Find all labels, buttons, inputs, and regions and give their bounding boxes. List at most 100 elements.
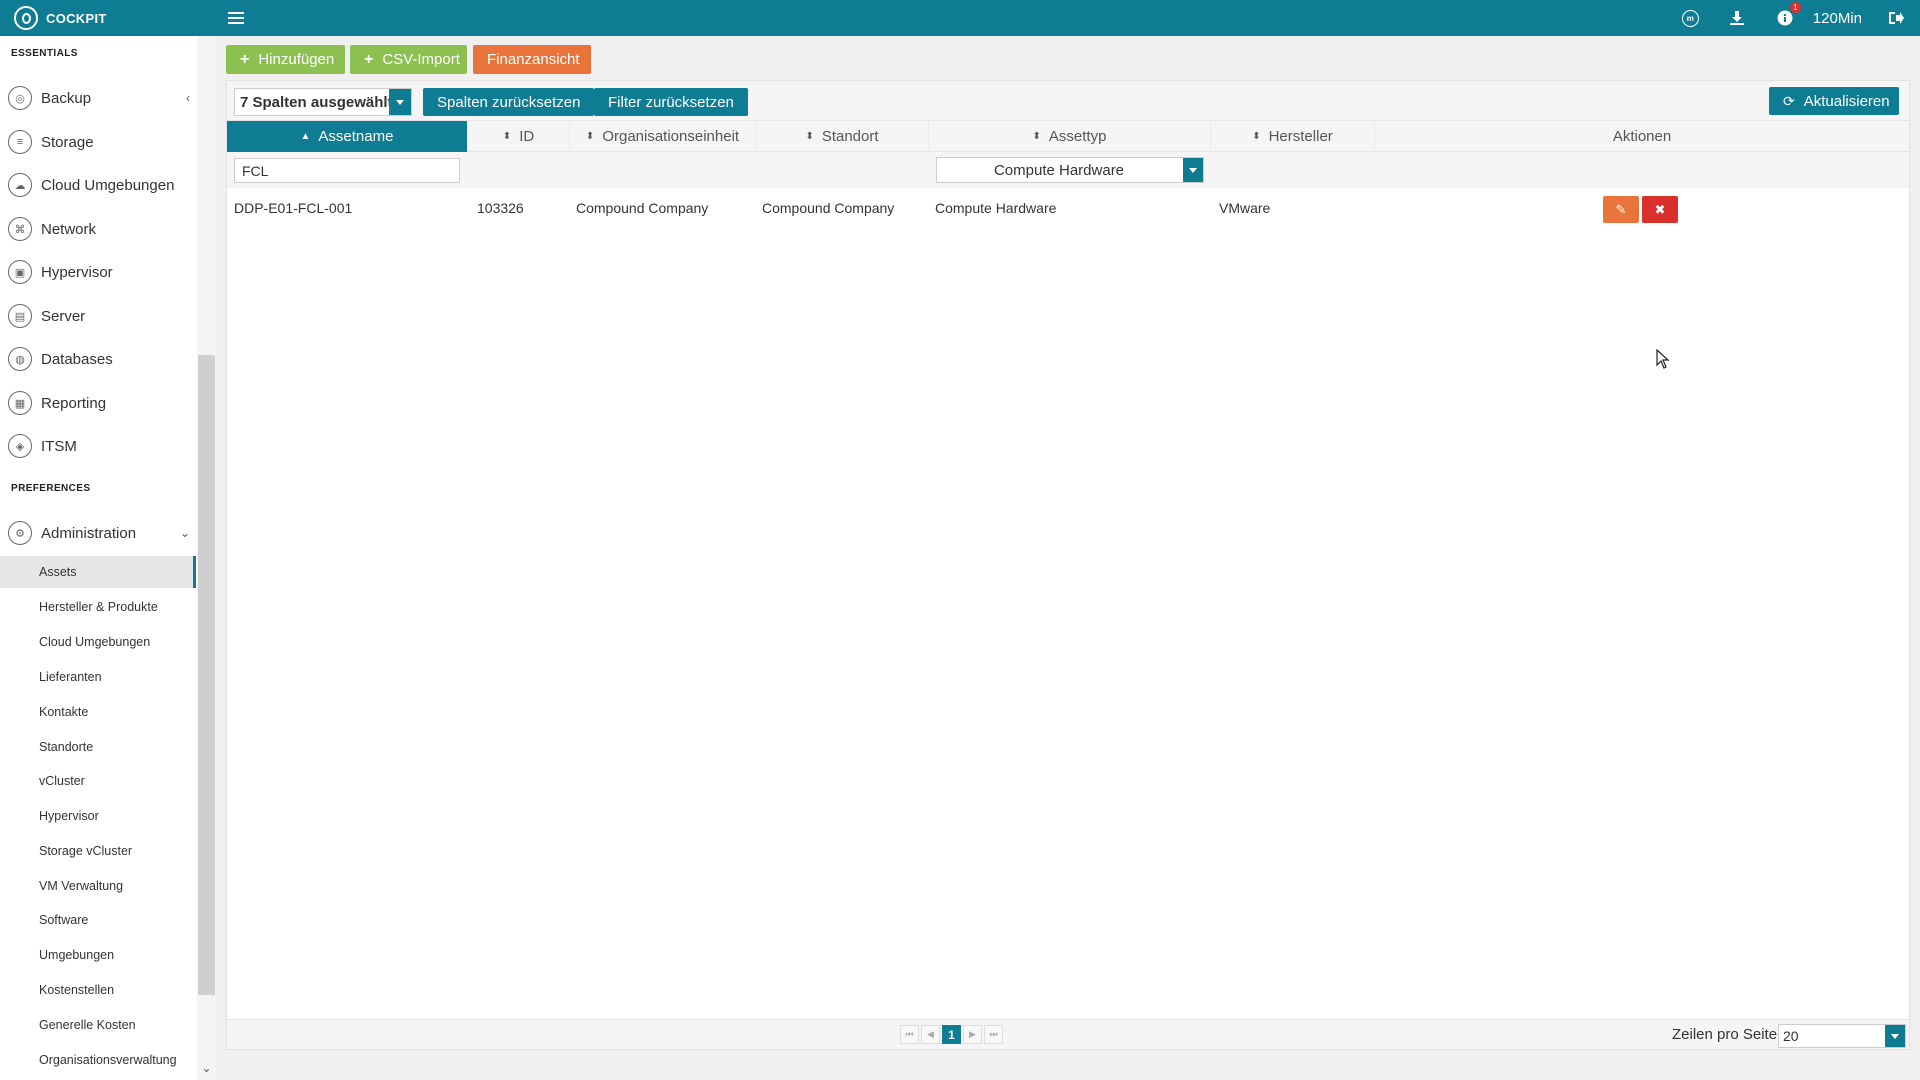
sidebar-item-itsm[interactable]: ◈ ITSM	[8, 428, 194, 464]
sidebar-item-label: Server	[41, 307, 86, 325]
logout-icon[interactable]	[1886, 8, 1906, 28]
sidebar-subitem-standorte[interactable]: Standorte	[0, 731, 196, 763]
column-selector[interactable]: 7 Spalten ausgewählt	[234, 88, 412, 116]
sidebar-subitem-cloud[interactable]: Cloud Umgebungen	[0, 626, 196, 658]
preferences-title: PREFERENCES	[11, 483, 91, 494]
chevron-left-icon: ‹	[186, 91, 190, 105]
brand-name: COCKPIT	[46, 10, 107, 26]
column-header-standort[interactable]: ⬍ Standort	[756, 121, 929, 152]
sidebar-item-label: Administration	[41, 524, 137, 542]
pagination: ⏮ ◀ 1 ▶ ⏭	[900, 1025, 1005, 1044]
sidebar-item-reporting[interactable]: ▦ Reporting	[8, 385, 194, 421]
sidebar-subitem-software[interactable]: Software	[0, 904, 196, 936]
column-header-organisationseinheit[interactable]: ⬍ Organisationseinheit	[570, 121, 756, 152]
sidebar-item-label: Backup	[41, 89, 92, 107]
scroll-down-icon[interactable]: ⌄	[198, 1060, 215, 1076]
sidebar-subitem-storage-vcluster[interactable]: Storage vCluster	[0, 835, 196, 867]
chevron-down-icon[interactable]	[1885, 1025, 1905, 1047]
delete-button[interactable]: ✖	[1642, 196, 1678, 223]
assets-table-panel: 7 Spalten ausgewählt Spalten zurücksetze…	[226, 80, 1910, 1050]
sidebar-subitem-kontakte[interactable]: Kontakte	[0, 696, 196, 728]
prev-page-icon[interactable]: ◀	[921, 1025, 940, 1044]
column-header-id[interactable]: ⬍ ID	[468, 121, 570, 152]
sidebar-subitem-kostenstellen[interactable]: Kostenstellen	[0, 974, 196, 1006]
first-page-icon[interactable]: ⏮	[900, 1025, 919, 1044]
next-page-icon[interactable]: ▶	[963, 1025, 982, 1044]
assettyp-filter-value: Compute Hardware	[993, 161, 1125, 179]
database-icon: ◍	[8, 347, 32, 371]
sidebar-subitem-organisationsverwaltung[interactable]: Organisationsverwaltung	[0, 1044, 196, 1076]
sort-icon: ⬍	[1252, 131, 1261, 142]
sidebar-subitem-umgebungen[interactable]: Umgebungen	[0, 939, 196, 971]
notification-badge: 1	[1789, 2, 1801, 13]
sidebar-item-backup[interactable]: ◎ Backup ‹	[8, 80, 194, 116]
column-header-label: Aktionen	[1612, 128, 1672, 145]
sidebar-item-databases[interactable]: ◍ Databases	[8, 341, 194, 377]
sidebar-item-cloud[interactable]: ☁ Cloud Umgebungen	[8, 167, 194, 203]
column-header-label: Assetname	[318, 128, 394, 145]
session-timer: 120Min	[1812, 9, 1862, 27]
column-header-label: Standort	[821, 128, 879, 145]
sort-icon: ⬍	[502, 131, 512, 142]
sidebar-item-administration[interactable]: ⚙ Administration ⌄	[8, 515, 194, 551]
sidebar-subitem-generelle-kosten[interactable]: Generelle Kosten	[0, 1009, 196, 1041]
column-header-label: Assettyp	[1048, 128, 1107, 145]
menu-toggle-icon[interactable]	[228, 12, 244, 24]
csv-import-button-label: CSV-Import	[382, 51, 460, 68]
sidebar-item-network[interactable]: ⌘ Network	[8, 211, 194, 247]
rows-per-page-select[interactable]: 20	[1778, 1024, 1906, 1048]
essentials-title: ESSENTIALS	[11, 48, 78, 59]
sidebar: ESSENTIALS ◎ Backup ‹ ≡ Storage ☁ Cloud …	[0, 36, 216, 1080]
table-toolbar: 7 Spalten ausgewählt Spalten zurücksetze…	[227, 81, 1909, 121]
column-header-assetname[interactable]: ▲ Assetname	[227, 121, 468, 152]
sidebar-subitem-hersteller[interactable]: Hersteller & Produkte	[0, 591, 196, 623]
table-row[interactable]: DDP-E01-FCL-001 103326 Compound Company …	[227, 188, 1909, 228]
sidebar-scrollbar-thumb[interactable]	[198, 355, 215, 995]
column-header-aktionen: Aktionen	[1375, 121, 1909, 152]
csv-import-button[interactable]: + CSV-Import	[350, 45, 467, 74]
sidebar-subitem-lieferanten[interactable]: Lieferanten	[0, 661, 196, 693]
sidebar-item-label: Network	[41, 220, 97, 238]
plus-icon: +	[240, 50, 250, 68]
cockpit-logo-icon	[14, 6, 38, 30]
reporting-icon: ▦	[8, 391, 32, 415]
sidebar-item-storage[interactable]: ≡ Storage	[8, 124, 194, 160]
itsm-icon: ◈	[8, 434, 32, 458]
chevron-down-icon: ⌄	[179, 526, 190, 540]
storage-icon: ≡	[8, 130, 32, 154]
sidebar-subitem-vcluster[interactable]: vCluster	[0, 765, 196, 797]
column-header-assettyp[interactable]: ⬍ Assettyp	[929, 121, 1211, 152]
cell-id: 103326	[477, 200, 524, 216]
last-page-icon[interactable]: ⏭	[984, 1025, 1003, 1044]
sidebar-subitem-vm-verwaltung[interactable]: VM Verwaltung	[0, 870, 196, 902]
reset-filter-button[interactable]: Filter zurücksetzen	[594, 88, 748, 116]
assetname-filter-input[interactable]: FCL	[234, 158, 460, 183]
page-number-button[interactable]: 1	[942, 1025, 961, 1044]
download-icon[interactable]	[1727, 8, 1747, 28]
chevron-down-icon[interactable]	[1183, 158, 1203, 182]
sidebar-subitem-hypervisor[interactable]: Hypervisor	[0, 800, 196, 832]
close-icon: ✖	[1654, 201, 1666, 217]
assettyp-filter-select[interactable]: Compute Hardware	[936, 157, 1204, 183]
sidebar-item-hypervisor[interactable]: ▣ Hypervisor	[8, 254, 194, 290]
cell-organisationseinheit: Compound Company	[576, 200, 709, 216]
info-icon[interactable]: 1	[1775, 2, 1801, 28]
sidebar-item-server[interactable]: ▤ Server	[8, 298, 194, 334]
chevron-down-icon[interactable]	[389, 89, 411, 115]
finance-view-button[interactable]: Finanzansicht	[473, 45, 591, 74]
brand[interactable]: COCKPIT	[0, 0, 216, 36]
reset-columns-button[interactable]: Spalten zurücksetzen	[423, 88, 595, 116]
rows-per-page-label: Zeilen pro Seite	[1672, 1026, 1778, 1043]
backup-icon: ◎	[8, 86, 32, 110]
add-button[interactable]: + Hinzufügen	[226, 45, 345, 74]
sidebar-item-label: ITSM	[41, 437, 77, 455]
cell-assetname: DDP-E01-FCL-001	[234, 200, 353, 216]
refresh-button[interactable]: ⟳ Aktualisieren	[1769, 87, 1899, 115]
edit-button[interactable]: ✎	[1603, 196, 1639, 223]
column-header-hersteller[interactable]: ⬍ Hersteller	[1211, 121, 1375, 152]
language-icon[interactable]: m	[1681, 9, 1699, 27]
cell-assettyp: Compute Hardware	[935, 200, 1057, 216]
sidebar-item-label: Storage	[41, 133, 94, 151]
sidebar-subitem-assets[interactable]: Assets	[0, 556, 196, 588]
top-right-actions: m 1 120Min	[1668, 0, 1920, 36]
